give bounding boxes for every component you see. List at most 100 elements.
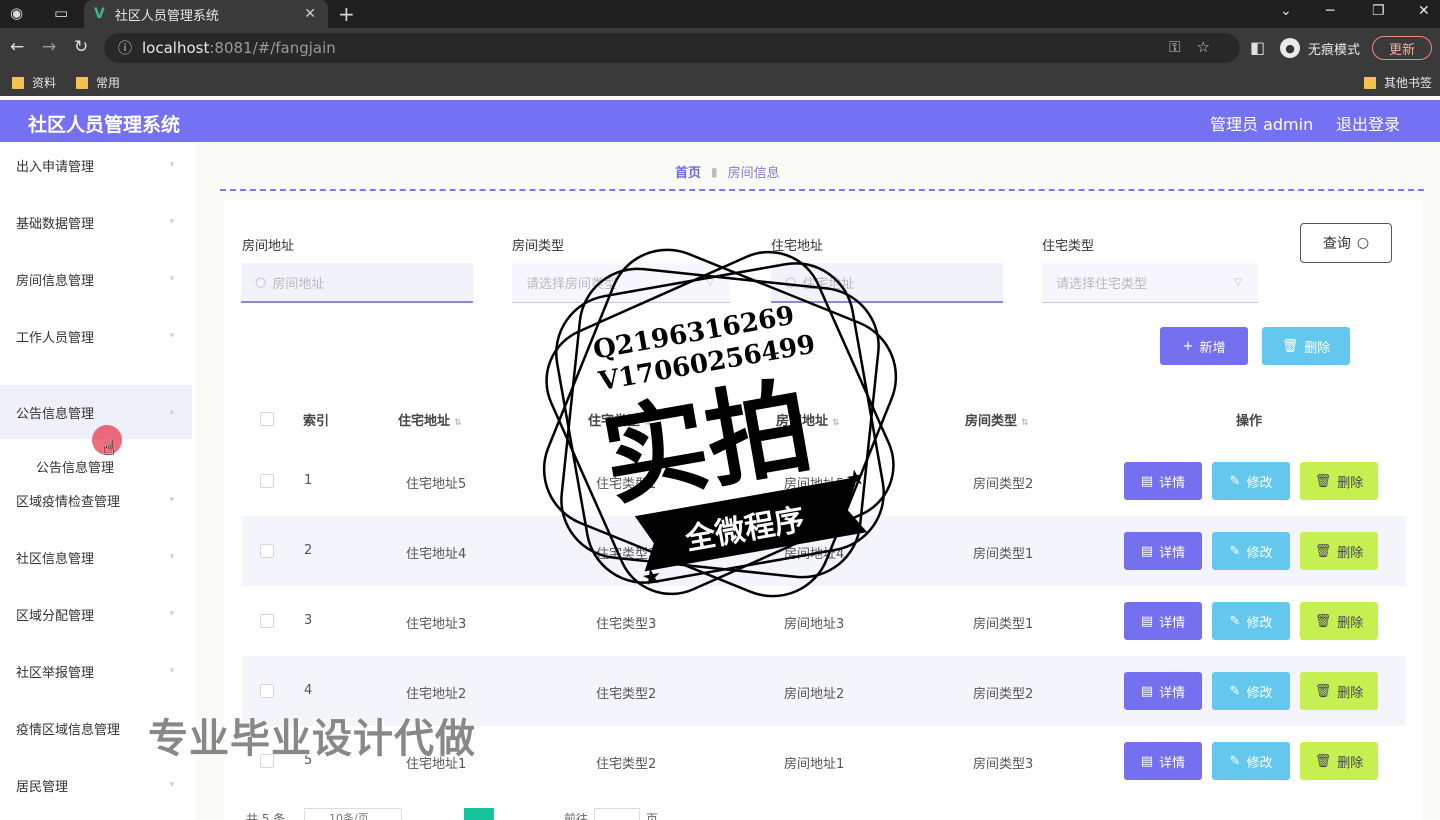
pencil-icon: ✎ [1229, 683, 1241, 699]
incognito-indicator[interactable]: ● 无痕模式 [1280, 38, 1360, 58]
detail-button[interactable]: ▤ 详情 [1124, 462, 1202, 500]
delete-button[interactable]: 🗑 删除 [1300, 462, 1378, 500]
row-checkbox[interactable] [260, 684, 274, 698]
tab-strip-icon[interactable]: ▭ [54, 4, 68, 22]
back-arrow-icon[interactable]: ← [10, 37, 24, 57]
delete-button[interactable]: 🗑 删除 [1300, 602, 1378, 640]
document-icon: ▤ [1140, 683, 1154, 699]
sidebar-item-residents[interactable]: 居民管理 ▾ [0, 758, 192, 812]
sort-icon[interactable]: ⇅ [832, 418, 840, 428]
sidebar-item-access[interactable]: 出入申请管理 ▾ [0, 138, 192, 192]
sort-icon[interactable]: ⇅ [1021, 418, 1029, 428]
chevron-down-icon: ▾ [169, 609, 174, 619]
detail-button[interactable]: ▤ 详情 [1124, 742, 1202, 780]
pencil-icon: ✎ [1229, 753, 1241, 769]
forward-arrow-icon[interactable]: → [42, 37, 56, 57]
trash-icon: 🗑 [1281, 338, 1299, 354]
cell-index: 3 [304, 613, 313, 628]
detail-button[interactable]: ▤ 详情 [1124, 602, 1202, 640]
room-address-label: 房间地址 [242, 239, 295, 254]
edit-button[interactable]: ✎ 修改 [1212, 532, 1290, 570]
reload-icon[interactable]: ↻ [74, 37, 88, 57]
document-icon: ▤ [1140, 473, 1154, 489]
edit-button[interactable]: ✎ 修改 [1212, 742, 1290, 780]
table-header: 索引 住宅地址 ⇅ 住宅类型 ⇅ 房间地址 ⇅ 房间类型 ⇅ 操作 [242, 396, 1406, 442]
breadcrumb-home[interactable]: 首页 [675, 162, 701, 181]
row-checkbox[interactable] [260, 474, 274, 488]
tab-close-icon[interactable]: ✕ [304, 6, 316, 22]
sidebar-item-report[interactable]: 社区举报管理 ▾ [0, 644, 192, 698]
plus-icon: + [1182, 338, 1194, 354]
page-size-select[interactable]: 10条/页 [304, 808, 402, 820]
sort-icon[interactable]: ⇅ [454, 418, 462, 428]
row-checkbox[interactable] [260, 614, 274, 628]
detail-button[interactable]: ▤ 详情 [1124, 532, 1202, 570]
incognito-icon: ● [1280, 38, 1300, 58]
side-panel-icon[interactable]: ◧ [1250, 38, 1265, 57]
page-jump-input[interactable] [594, 808, 640, 820]
cell-room-address: 房间地址2 [784, 687, 845, 702]
minimize-icon[interactable]: ─ [1326, 3, 1334, 19]
room-type-select[interactable]: 请选择房间类型 ▽ [512, 263, 730, 303]
delete-button[interactable]: 🗑 删除 [1300, 742, 1378, 780]
trash-icon: 🗑 [1314, 683, 1332, 699]
delete-button[interactable]: 🗑 删除 [1300, 672, 1378, 710]
globe-icon[interactable]: ◉ [10, 4, 23, 22]
trash-icon: 🗑 [1314, 473, 1332, 489]
row-checkbox[interactable] [260, 544, 274, 558]
add-button[interactable]: + 新增 [1160, 327, 1248, 365]
info-icon[interactable]: ⓘ [118, 38, 132, 58]
home-type-select[interactable]: 请选择住宅类型 ▽ [1042, 263, 1258, 303]
other-bookmarks[interactable]: 其他书签 [1364, 74, 1432, 91]
tab-search-icon[interactable]: ⌄ [1280, 3, 1292, 19]
bookmarks-bar: 资料 常用 其他书签 [0, 68, 1440, 96]
sidebar-item-area-assign[interactable]: 区域分配管理 ▾ [0, 587, 192, 641]
select-all-checkbox[interactable] [260, 412, 274, 426]
browser-tab-title: 社区人员管理系统 [114, 8, 219, 24]
search-icon: ○ [255, 274, 267, 290]
cell-index: 2 [304, 543, 313, 558]
th-room-address[interactable]: 房间地址 ⇅ [776, 410, 840, 429]
bookmark-folder-2[interactable]: 常用 [76, 74, 120, 91]
url-path: :8081/#/fangjain [209, 39, 336, 57]
detail-button[interactable]: ▤ 详情 [1124, 672, 1202, 710]
th-room-type[interactable]: 房间类型 ⇅ [965, 410, 1029, 429]
edit-button[interactable]: ✎ 修改 [1212, 672, 1290, 710]
edit-button[interactable]: ✎ 修改 [1212, 462, 1290, 500]
browser-address-bar: ← → ↻ ⓘ localhost:8081/#/fangjain ⚿☆ ◧ ●… [0, 28, 1440, 68]
page-1-button[interactable] [464, 808, 494, 820]
cell-room-type: 房间类型1 [973, 617, 1034, 632]
query-button[interactable]: 查询 ○ [1300, 223, 1392, 263]
chevron-down-icon: ▾ [169, 274, 174, 284]
logout-link[interactable]: 退出登录 [1336, 111, 1400, 135]
sidebar-item-basic-data[interactable]: 基础数据管理 ▾ [0, 195, 192, 249]
breadcrumb-current: 房间信息 [727, 166, 780, 181]
delete-button[interactable]: 🗑 删除 [1300, 532, 1378, 570]
th-home-address[interactable]: 住宅地址 ⇅ [398, 410, 462, 429]
cell-home-type: 住宅类型2 [596, 757, 657, 772]
admin-label: 管理员 admin [1210, 115, 1314, 134]
sidebar-item-room[interactable]: 房间信息管理 ▾ [0, 252, 192, 306]
app-header: 社区人员管理系统 管理员 admin 退出登录 [0, 100, 1440, 142]
new-tab-button[interactable]: + [338, 2, 355, 26]
sidebar-item-staff[interactable]: 工作人员管理 ▾ [0, 309, 192, 363]
cell-room-type: 房间类型2 [973, 477, 1034, 492]
search-icon: ○ [785, 274, 797, 290]
window-close-icon[interactable]: ✕ [1418, 3, 1430, 19]
browser-tab-active[interactable]: V 社区人员管理系统 ✕ [84, 0, 328, 28]
url-host: localhost [142, 39, 210, 57]
edit-button[interactable]: ✎ 修改 [1212, 602, 1290, 640]
maximize-icon[interactable]: ❐ [1372, 3, 1385, 19]
bookmark-folder-1[interactable]: 资料 [12, 74, 56, 91]
batch-delete-button[interactable]: 🗑 删除 [1262, 327, 1350, 365]
sidebar-item-epidemic-check[interactable]: 区域疫情检查管理 ▾ [0, 473, 192, 527]
sort-icon[interactable]: ⇅ [644, 418, 652, 428]
key-star-icons[interactable]: ⚿☆ [1169, 38, 1226, 56]
th-home-type[interactable]: 住宅类型 ⇅ [588, 410, 652, 429]
url-input[interactable]: ⓘ localhost:8081/#/fangjain ⚿☆ [104, 33, 1240, 63]
sidebar-item-community[interactable]: 社区信息管理 ▾ [0, 530, 192, 584]
room-address-input[interactable]: ○ 房间地址 [241, 263, 473, 303]
update-button[interactable]: 更新 [1372, 36, 1432, 60]
home-address-input[interactable]: ○ 住宅地址 [771, 263, 1003, 303]
trash-icon: 🗑 [1314, 543, 1332, 559]
